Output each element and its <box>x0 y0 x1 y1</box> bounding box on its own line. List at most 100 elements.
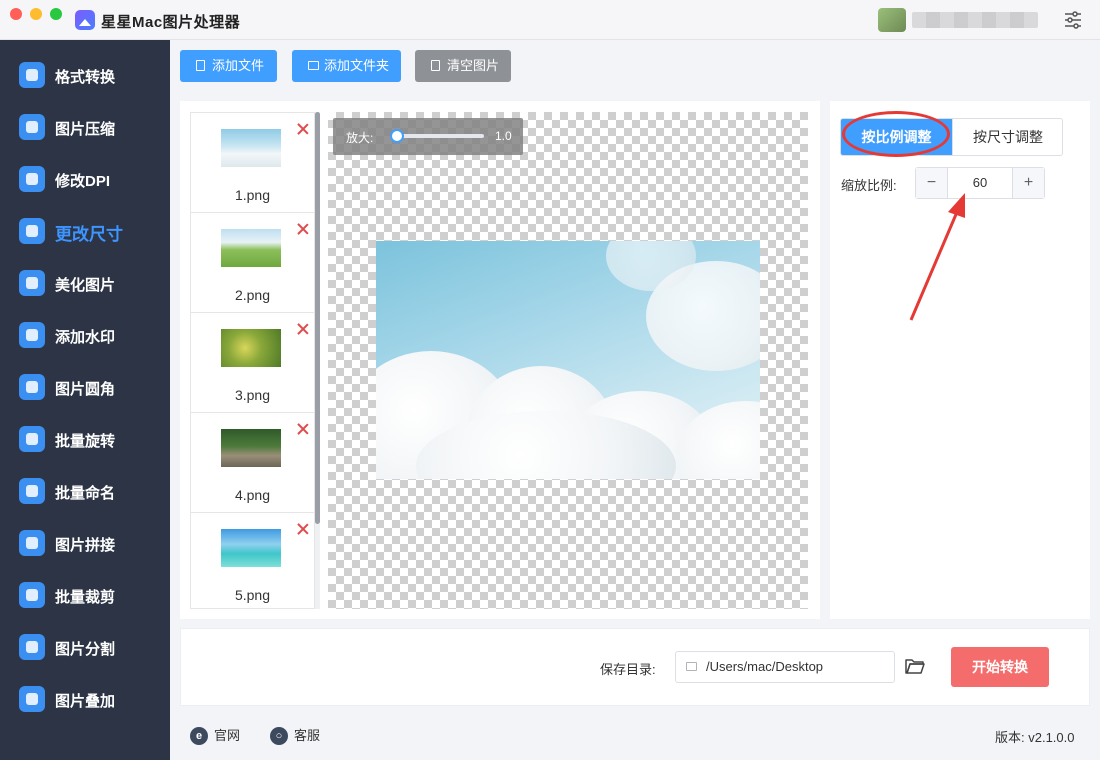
version-text: 版本: v2.1.0.0 <box>995 730 1075 745</box>
sidebar-item-label: 图片分割 <box>55 641 116 658</box>
increase-button[interactable]: + <box>1012 168 1044 198</box>
customer-service-label: 客服 <box>294 728 321 743</box>
decrease-button[interactable]: − <box>916 168 948 198</box>
remove-file-icon[interactable] <box>297 423 309 435</box>
maximize-window-button[interactable] <box>50 8 62 20</box>
thumbnail-image <box>221 329 281 367</box>
clear-images-button[interactable]: 清空图片 <box>415 50 511 82</box>
add-folder-button[interactable]: 添加文件夹 <box>292 50 401 82</box>
sidebar-item-rotate[interactable]: 批量旋转 <box>0 415 170 467</box>
list-item[interactable]: 4.png <box>191 413 314 513</box>
thumbnail-image <box>221 129 281 167</box>
user-avatar[interactable] <box>878 8 906 32</box>
crop-icon <box>19 582 45 608</box>
chat-bubble-icon: ○ <box>270 727 288 745</box>
remove-file-icon[interactable] <box>297 123 309 135</box>
file-icon <box>196 60 205 71</box>
app-title: 星星Mac图片处理器 <box>101 14 241 31</box>
format-convert-icon <box>19 62 45 88</box>
add-folder-label: 添加文件夹 <box>324 58 390 73</box>
folder-icon <box>686 662 697 671</box>
official-site-link[interactable]: e 官网 <box>190 727 240 745</box>
sidebar-item-label: 修改DPI <box>55 173 111 190</box>
sidebar-item-overlay[interactable]: 图片叠加 <box>0 675 170 727</box>
compress-icon <box>19 114 45 140</box>
overlay-icon <box>19 686 45 712</box>
close-window-button[interactable] <box>10 8 22 20</box>
annotation-ellipse <box>842 111 950 157</box>
sidebar-item-resize[interactable]: 更改尺寸 <box>0 207 170 259</box>
thumbnail-image <box>221 429 281 467</box>
list-item[interactable]: 5.png <box>191 513 314 608</box>
sidebar-item-compress[interactable]: 图片压缩 <box>0 103 170 155</box>
folder-icon <box>308 61 319 70</box>
sidebar-item-label: 批量旋转 <box>55 433 116 450</box>
zoom-value: 1.0 <box>495 129 512 143</box>
remove-file-icon[interactable] <box>297 323 309 335</box>
trash-icon <box>431 60 440 71</box>
ie-globe-icon: e <box>190 727 208 745</box>
sidebar-item-crop[interactable]: 批量裁剪 <box>0 571 170 623</box>
sidebar-item-rounded-corner[interactable]: 图片圆角 <box>0 363 170 415</box>
rotate-icon <box>19 426 45 452</box>
sidebar-item-label: 批量命名 <box>55 485 116 502</box>
sidebar-item-beautify[interactable]: 美化图片 <box>0 259 170 311</box>
rounded-corner-icon <box>19 374 45 400</box>
sidebar-item-label: 图片叠加 <box>55 693 116 710</box>
split-icon <box>19 634 45 660</box>
sidebar-item-stitch[interactable]: 图片拼接 <box>0 519 170 571</box>
scale-ratio-input[interactable]: 60 <box>949 168 1011 198</box>
size-mode-button[interactable]: 按尺寸调整 <box>952 119 1062 155</box>
list-item[interactable]: 2.png <box>191 213 314 313</box>
start-convert-button[interactable]: 开始转换 <box>951 647 1049 687</box>
sidebar-item-format-convert[interactable]: 格式转换 <box>0 51 170 103</box>
remove-file-icon[interactable] <box>297 523 309 535</box>
sidebar-item-watermark[interactable]: 添加水印 <box>0 311 170 363</box>
sidebar-item-split[interactable]: 图片分割 <box>0 623 170 675</box>
zoom-label: 放大: <box>346 131 374 145</box>
watermark-icon <box>19 322 45 348</box>
preview-image <box>376 241 760 479</box>
file-name: 1.png <box>234 187 271 203</box>
add-file-button[interactable]: 添加文件 <box>180 50 277 82</box>
list-item[interactable]: 3.png <box>191 313 314 413</box>
scale-ratio-label: 缩放比例: <box>841 178 897 193</box>
beautify-icon <box>19 270 45 296</box>
file-name: 4.png <box>234 487 271 503</box>
file-name: 2.png <box>234 287 271 303</box>
open-folder-icon[interactable] <box>905 658 925 675</box>
sidebar-item-label: 批量裁剪 <box>55 589 116 606</box>
settings-sliders-icon[interactable] <box>1064 11 1082 29</box>
dpi-icon <box>19 166 45 192</box>
sidebar-item-label: 图片圆角 <box>55 381 116 398</box>
stitch-icon <box>19 530 45 556</box>
file-list-scrollbar[interactable] <box>315 112 320 524</box>
scale-ratio-stepper: − 60 + <box>915 167 1045 199</box>
minimize-window-button[interactable] <box>30 8 42 20</box>
clear-images-label: 清空图片 <box>447 58 500 73</box>
file-thumbnail-list[interactable]: 1.png 2.png 3.png 4.png 5.png <box>190 112 315 609</box>
app-logo-icon <box>75 10 95 30</box>
customer-service-link[interactable]: ○ 客服 <box>270 727 320 745</box>
sidebar-item-label: 添加水印 <box>55 329 116 346</box>
sidebar-item-label: 格式转换 <box>55 69 116 86</box>
sidebar-item-rename[interactable]: 批量命名 <box>0 467 170 519</box>
resize-icon <box>19 218 45 244</box>
rename-icon <box>19 478 45 504</box>
list-item[interactable]: 1.png <box>191 113 314 213</box>
thumbnail-image <box>221 229 281 267</box>
sidebar: 格式转换 图片压缩 修改DPI 更改尺寸 美化图片 添加水印 图片圆角 批量旋转… <box>0 40 170 760</box>
official-site-label: 官网 <box>214 728 241 743</box>
file-name: 3.png <box>234 387 271 403</box>
zoom-slider-handle[interactable] <box>390 129 404 143</box>
add-file-label: 添加文件 <box>212 58 265 73</box>
zoom-slider-track[interactable] <box>396 134 484 138</box>
sidebar-item-label: 图片压缩 <box>55 121 116 138</box>
save-directory-label: 保存目录: <box>600 662 656 677</box>
title-bar: 星星Mac图片处理器 <box>0 0 1100 40</box>
sidebar-item-label: 美化图片 <box>55 277 116 294</box>
remove-file-icon[interactable] <box>297 223 309 235</box>
save-directory-input[interactable]: /Users/mac/Desktop <box>675 651 895 683</box>
user-name-blurred <box>912 12 1038 28</box>
sidebar-item-dpi[interactable]: 修改DPI <box>0 155 170 207</box>
